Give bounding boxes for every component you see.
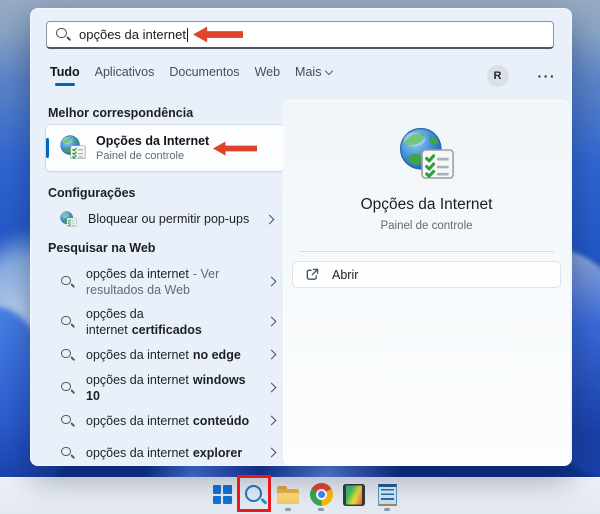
web-search-suggestion[interactable]: opções da internet no edge <box>46 340 284 370</box>
section-heading-settings: Configurações <box>48 186 136 200</box>
section-heading-best-match: Melhor correspondência <box>48 106 194 120</box>
windows-logo-icon <box>212 485 232 504</box>
chrome-icon <box>309 483 333 506</box>
search-icon <box>61 381 75 395</box>
web-search-suggestion[interactable]: opções da internet certificados <box>46 306 284 338</box>
taskbar <box>0 477 600 514</box>
running-indicator <box>384 508 390 511</box>
running-indicator <box>318 508 324 511</box>
web-suggestions-list: opções da internet - Ver resultados da We… <box>46 260 284 468</box>
result-text: Opções da Internet Painel de controle <box>96 134 209 162</box>
tab-aplicativos[interactable]: Aplicativos <box>95 65 155 79</box>
chevron-right-icon <box>264 214 275 224</box>
user-avatar[interactable]: R <box>486 65 509 87</box>
web-search-suggestion[interactable]: opções da internet explorer <box>46 438 284 468</box>
search-input[interactable]: opções da internet <box>46 21 554 49</box>
search-icon <box>61 414 75 428</box>
active-tab-underline <box>54 83 75 86</box>
settings-item-label: Bloquear ou permitir pop-ups <box>88 212 250 226</box>
search-icon <box>61 348 75 362</box>
divider <box>299 251 554 252</box>
internet-options-icon <box>60 135 86 161</box>
chevron-right-icon <box>266 276 277 287</box>
annotation-arrow-search <box>193 25 243 44</box>
overflow-menu-button[interactable]: ··· <box>538 66 557 86</box>
annotation-highlight-box <box>237 475 271 512</box>
web-search-suggestion[interactable]: opções da internet windows 10 <box>46 372 284 404</box>
windows-search-screenshot: opções da internet Tudo Aplicativos Docu… <box>0 0 600 514</box>
search-icon <box>61 315 75 329</box>
preview-subtitle: Painel de controle <box>380 220 473 232</box>
folder-icon <box>277 485 299 504</box>
chrome-button[interactable] <box>307 479 335 513</box>
file-explorer-button[interactable] <box>274 479 302 513</box>
open-action[interactable]: Abrir <box>293 262 560 287</box>
search-flyout-panel: opções da internet Tudo Aplicativos Docu… <box>30 8 572 466</box>
result-opcoes-da-internet[interactable]: Opções da Internet Painel de controle <box>46 125 284 171</box>
filmstrip-icon <box>343 483 365 506</box>
settings-item-popups[interactable]: Bloquear ou permitir pop-ups <box>46 204 284 234</box>
search-filter-tabs: Tudo Aplicativos Documentos Web Mais R ·… <box>50 65 556 87</box>
search-icon <box>61 446 75 460</box>
preview-pane: Opções da Internet Painel de controle Ab… <box>283 100 570 466</box>
chevron-right-icon <box>266 382 277 393</box>
suggestion-text: opções da internet windows 10 <box>86 373 246 403</box>
internet-options-icon <box>60 211 77 228</box>
web-search-suggestion[interactable]: opções da internet - Ver resultados da We… <box>46 260 284 304</box>
search-icon <box>61 275 75 289</box>
photos-button[interactable] <box>340 479 368 513</box>
notepad-button[interactable] <box>373 479 401 513</box>
open-action-label: Abrir <box>332 267 359 282</box>
chevron-down-icon <box>325 66 334 76</box>
chevron-right-icon <box>266 415 277 426</box>
search-query-text: opções da internet <box>79 27 186 42</box>
search-icon <box>56 27 71 42</box>
notepad-icon <box>377 483 397 506</box>
section-heading-web-search: Pesquisar na Web <box>48 241 156 255</box>
annotation-arrow-best-match <box>213 140 257 157</box>
web-search-suggestion[interactable]: opções da internet conteúdo <box>46 406 284 436</box>
chevron-right-icon <box>266 349 277 360</box>
tab-documentos[interactable]: Documentos <box>169 65 239 79</box>
suggestion-text: opções da internet conteúdo <box>86 414 250 428</box>
preview-title: Opções da Internet <box>360 196 493 213</box>
chevron-right-icon <box>266 316 277 327</box>
result-title: Opções da Internet <box>96 134 210 148</box>
suggestion-text: opções da internet explorer <box>86 446 243 460</box>
suggestion-text: opções da internet - Ver resultados da We… <box>86 267 220 297</box>
internet-options-icon <box>399 127 455 183</box>
chevron-right-icon <box>266 447 277 458</box>
result-subtitle: Painel de controle <box>96 150 185 162</box>
running-indicator <box>285 508 291 511</box>
tab-web[interactable]: Web <box>255 65 280 79</box>
text-caret <box>186 27 188 42</box>
suggestion-text: opções da internet no edge <box>86 348 241 362</box>
start-button[interactable] <box>208 479 236 513</box>
tab-mais[interactable]: Mais <box>295 65 334 79</box>
open-external-icon <box>305 267 320 282</box>
tab-tudo[interactable]: Tudo <box>50 65 80 86</box>
suggestion-text: opções da internet certificados <box>86 307 202 337</box>
selection-accent-bar <box>46 138 49 158</box>
